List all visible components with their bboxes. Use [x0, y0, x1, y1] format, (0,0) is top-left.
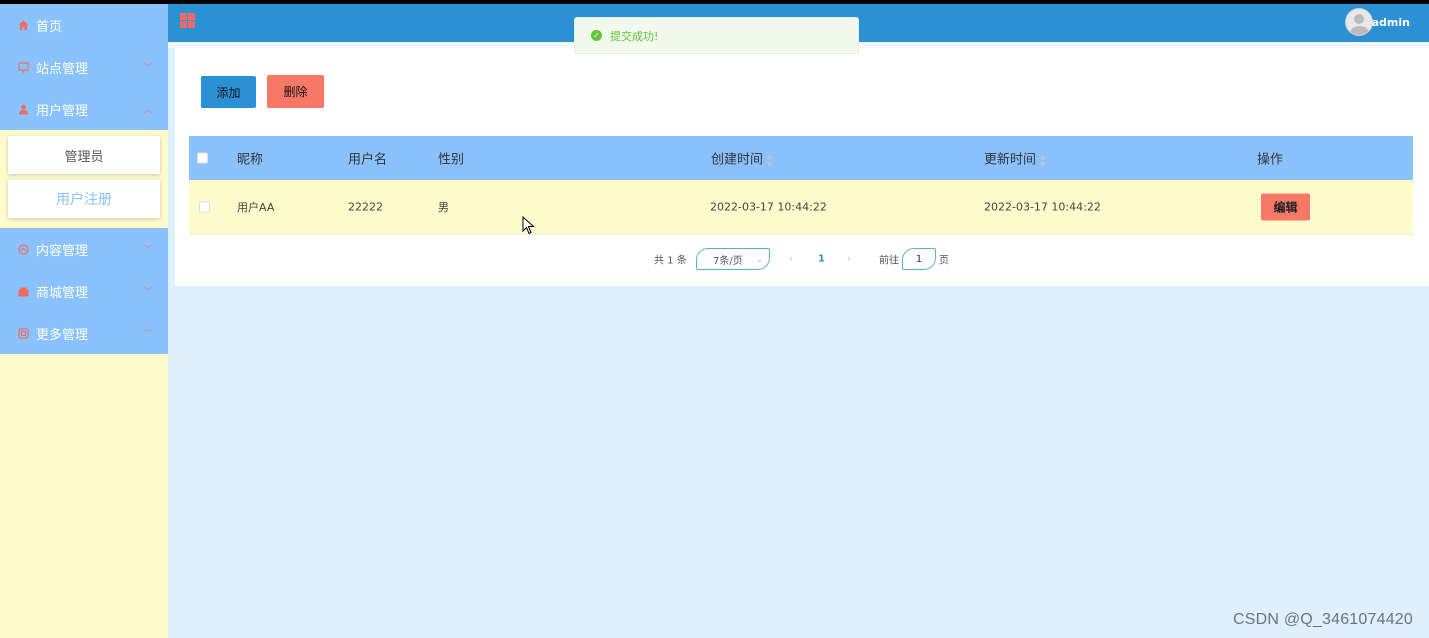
- sidebar: 首页 站点管理 ﹀ 用户管理 ︿ 管理员 用户注册 内容管理 ﹀ 商城管理 ﹀ …: [0, 4, 168, 638]
- home-icon: [16, 18, 30, 32]
- col-username: 用户名: [348, 152, 388, 168]
- row-checkbox[interactable]: [199, 201, 210, 213]
- col-updated-sortable[interactable]: 更新时间 ▲ ▼: [984, 148, 1045, 168]
- col-gender: 性别: [438, 152, 465, 168]
- main-card: 添加 删除 昵称 用户名 性别 创建时间 ▲ ▼ 更新时间 ▲ ▼ 操作 用户AA 22…: [175, 48, 1429, 286]
- avatar[interactable]: [1345, 8, 1373, 36]
- sidebar-item-label: 用户管理: [36, 103, 89, 119]
- chevron-down-icon: ﹀: [142, 329, 152, 340]
- sidebar-item-label: 首页: [36, 19, 63, 35]
- pagination: 共 1 条 7条/页 ⌄ ‹ 1 › 前往 1 页: [175, 248, 1429, 270]
- cell-username: 22222: [348, 200, 383, 214]
- edit-button[interactable]: 编辑: [1261, 193, 1310, 221]
- sidebar-item-content[interactable]: 内容管理 ﹀: [0, 228, 168, 270]
- col-created-sortable[interactable]: 创建时间 ▲ ▼: [711, 148, 772, 168]
- add-button[interactable]: 添加: [201, 76, 256, 108]
- user-submenu: 管理员 用户注册: [0, 130, 168, 228]
- page-number-current[interactable]: 1: [818, 254, 825, 265]
- col-nickname: 昵称: [237, 152, 264, 168]
- goto-prefix: 前往: [879, 255, 899, 267]
- pagination-total: 共 1 条: [654, 255, 687, 267]
- submenu-item-admin[interactable]: 管理员: [8, 136, 160, 174]
- watermark: CSDN @Q_3461074420: [1233, 611, 1413, 628]
- delete-button[interactable]: 删除: [267, 75, 324, 108]
- check-circle-icon: ✓: [591, 30, 602, 41]
- submenu-label: 管理员: [64, 149, 104, 165]
- sort-icon[interactable]: ▲ ▼: [767, 152, 772, 168]
- username[interactable]: admin: [1372, 16, 1410, 29]
- content-icon: [16, 242, 30, 256]
- sidebar-item-shop[interactable]: 商城管理 ﹀: [0, 270, 168, 312]
- chevron-down-icon: ﹀: [142, 245, 152, 256]
- sort-icon[interactable]: ▲ ▼: [1040, 152, 1045, 168]
- submenu-item-user-register[interactable]: 用户注册: [8, 180, 160, 218]
- next-page-icon[interactable]: ›: [847, 254, 851, 265]
- cell-nickname: 用户AA: [237, 201, 275, 214]
- sidebar-item-home[interactable]: 首页: [0, 4, 168, 46]
- select-all-checkbox[interactable]: [197, 152, 208, 164]
- toast-message: 提交成功!: [610, 29, 659, 43]
- sidebar-item-site[interactable]: 站点管理 ﹀: [0, 46, 168, 88]
- sidebar-item-label: 更多管理: [36, 327, 89, 343]
- site-icon: [16, 60, 30, 74]
- sidebar-item-label: 商城管理: [36, 285, 89, 301]
- user-icon: [16, 102, 30, 116]
- sidebar-item-users[interactable]: 用户管理 ︿: [0, 88, 168, 130]
- sidebar-item-more[interactable]: 更多管理 ﹀: [0, 312, 168, 354]
- page-size-select[interactable]: 7条/页 ⌄: [696, 248, 770, 270]
- table-row: 用户AA 22222 男 2022-03-17 10:44:22 2022-03…: [189, 180, 1413, 235]
- cell-updated: 2022-03-17 10:44:22: [984, 200, 1101, 214]
- goto-suffix: 页: [939, 255, 949, 267]
- submenu-label: 用户注册: [56, 192, 112, 208]
- page-size-value: 7条/页: [713, 255, 743, 267]
- col-actions: 操作: [1257, 152, 1284, 168]
- chevron-down-icon: ⌄: [756, 254, 763, 264]
- col-updated: 更新时间: [984, 152, 1037, 168]
- table-header: 昵称 用户名 性别 创建时间 ▲ ▼ 更新时间 ▲ ▼ 操作: [189, 136, 1413, 180]
- prev-page-icon[interactable]: ‹: [789, 254, 793, 265]
- goto-page-input[interactable]: 1: [902, 248, 936, 270]
- shop-icon: [16, 284, 30, 298]
- sidebar-item-label: 内容管理: [36, 243, 89, 259]
- col-created: 创建时间: [711, 152, 764, 168]
- menu-toggle-icon[interactable]: [180, 13, 195, 28]
- chevron-up-icon: ︿: [142, 105, 152, 116]
- more-icon: [16, 326, 30, 340]
- chevron-down-icon: ﹀: [142, 63, 152, 74]
- cell-created: 2022-03-17 10:44:22: [710, 200, 827, 214]
- cell-gender: 男: [438, 201, 449, 214]
- success-toast: ✓ 提交成功!: [574, 17, 859, 54]
- sidebar-item-label: 站点管理: [36, 61, 89, 77]
- mouse-cursor-icon: [522, 216, 535, 235]
- user-table: 昵称 用户名 性别 创建时间 ▲ ▼ 更新时间 ▲ ▼ 操作 用户AA 22222 男 …: [189, 136, 1413, 235]
- chevron-down-icon: ﹀: [142, 287, 152, 298]
- goto-page-value: 1: [915, 253, 923, 265]
